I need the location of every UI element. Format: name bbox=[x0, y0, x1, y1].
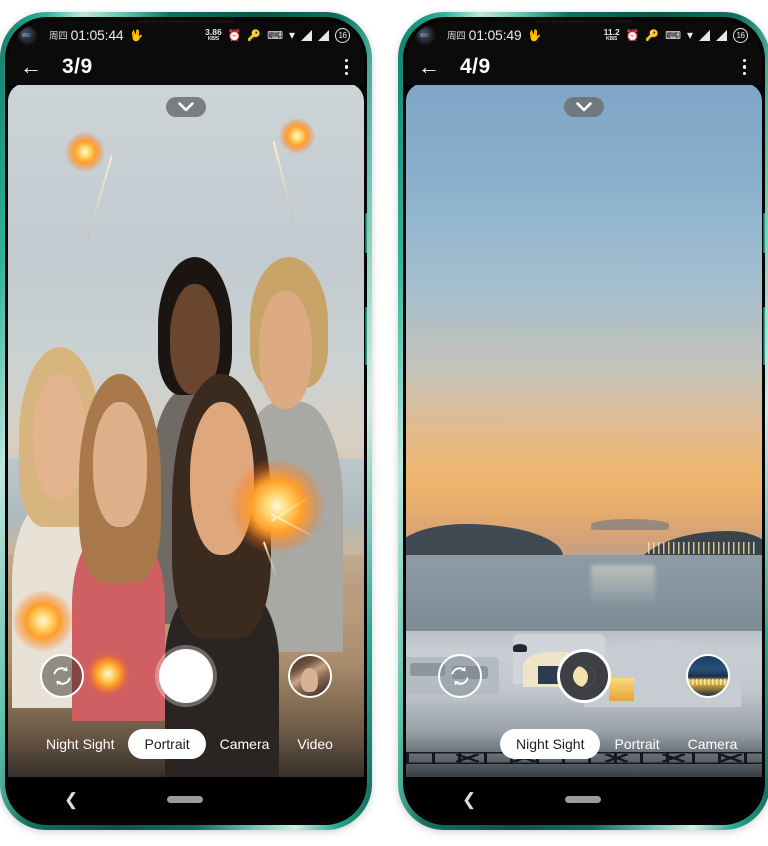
camera-controls-right bbox=[406, 649, 762, 703]
phone-bezel-left: 周四 01:05:44 🖖 3.86 KB/S ⏰ 🔑 ⌨ ▾ 16 ← 3/9… bbox=[5, 17, 367, 825]
signal-bars-icon-sim2 bbox=[716, 29, 727, 41]
person-head-back-right bbox=[258, 291, 313, 410]
wifi-icon: ▾ bbox=[686, 28, 693, 42]
navigation-bar-left: ❮ bbox=[8, 777, 364, 821]
earpiece-speaker-icon-right bbox=[536, 20, 632, 23]
earpiece-speaker-icon bbox=[138, 20, 234, 23]
phone-device-left: 周四 01:05:44 🖖 3.86 KB/S ⏰ 🔑 ⌨ ▾ 16 ← 3/9… bbox=[0, 12, 372, 830]
status-bar-left: 周四 01:05:44 🖖 3.86 KB/S ⏰ 🔑 ⌨ ▾ 16 bbox=[8, 21, 364, 49]
mode-video[interactable]: Video bbox=[283, 729, 347, 759]
moon-icon bbox=[573, 665, 595, 687]
switch-camera-icon bbox=[53, 666, 71, 686]
alarm-clock-icon: ⏰ bbox=[227, 29, 242, 42]
network-speed-unit: KB/S bbox=[606, 35, 618, 42]
nav-back-icon[interactable]: ❮ bbox=[64, 791, 78, 808]
sparkler-burst-bottom-left bbox=[11, 589, 74, 652]
navigation-bar-right: ❮ bbox=[406, 777, 762, 821]
switch-camera-button[interactable] bbox=[438, 654, 482, 698]
page-title: 4/9 bbox=[460, 55, 491, 78]
chevron-down-icon bbox=[178, 102, 194, 112]
screenshot-stage: 周四 01:05:44 🖖 3.86 KB/S ⏰ 🔑 ⌨ ▾ 16 ← 3/9… bbox=[0, 0, 768, 846]
signal-bars-icon-sim2 bbox=[318, 29, 329, 41]
network-speed-indicator: 3.86 KB/S bbox=[205, 28, 222, 42]
expand-settings-chevron[interactable] bbox=[564, 97, 604, 117]
status-icons-left: 3.86 KB/S ⏰ 🔑 ⌨ ▾ 16 bbox=[205, 27, 350, 43]
sparkler-spark-right bbox=[278, 117, 315, 154]
camera-viewfinder-left[interactable]: Night Sight Portrait Camera Video bbox=[8, 83, 364, 777]
keyboard-icon: ⌨ bbox=[267, 29, 283, 42]
vpn-key-icon: 🔑 bbox=[247, 29, 262, 42]
scene-water-glint bbox=[591, 565, 656, 607]
signal-bars-icon-sim1 bbox=[699, 29, 710, 41]
front-camera-punchhole-icon-right bbox=[416, 25, 435, 45]
mode-camera[interactable]: Camera bbox=[674, 729, 752, 759]
camera-mode-bar-left[interactable]: Night Sight Portrait Camera Video bbox=[8, 729, 364, 759]
chevron-down-icon bbox=[576, 102, 592, 112]
phone-device-right: 周四 01:05:49 🖖 11.2 KB/S ⏰ 🔑 ⌨ ▾ 16 ← 4/9… bbox=[398, 12, 768, 830]
overflow-menu-icon[interactable] bbox=[344, 58, 348, 76]
shutter-button-night-sight[interactable] bbox=[557, 649, 611, 703]
volume-button-right-phone[interactable] bbox=[763, 213, 765, 253]
phone-bezel-right: 周四 01:05:49 🖖 11.2 KB/S ⏰ 🔑 ⌨ ▾ 16 ← 4/9… bbox=[403, 17, 765, 825]
status-clock: 01:05:44 bbox=[70, 27, 124, 43]
power-button-right-phone[interactable] bbox=[763, 307, 765, 365]
network-speed-unit: KB/S bbox=[207, 35, 219, 42]
camera-mode-bar-right[interactable]: Night Sight Portrait Camera bbox=[406, 729, 762, 759]
volume-button-left-phone[interactable] bbox=[365, 213, 367, 253]
power-button-left-phone[interactable] bbox=[365, 307, 367, 365]
camera-viewfinder-right[interactable]: Night Sight Portrait Camera bbox=[406, 83, 762, 777]
status-day-of-week: 周四 bbox=[447, 31, 466, 42]
battery-indicator: 16 bbox=[335, 27, 350, 43]
expand-settings-chevron[interactable] bbox=[166, 97, 206, 117]
mode-night-sight[interactable]: Night Sight bbox=[500, 729, 601, 759]
gallery-thumbnail-image-night-cityscape bbox=[688, 656, 728, 696]
scene-far-island bbox=[591, 518, 670, 530]
back-arrow-icon[interactable]: ← bbox=[20, 56, 46, 78]
sparkler-spark-left bbox=[64, 131, 105, 172]
mode-portrait[interactable]: Portrait bbox=[600, 729, 673, 759]
camera-controls-left bbox=[8, 649, 364, 703]
title-bar-left: ← 3/9 bbox=[8, 49, 364, 85]
status-icons-right: 11.2 KB/S ⏰ 🔑 ⌨ ▾ 16 bbox=[604, 27, 748, 43]
switch-camera-icon bbox=[451, 666, 469, 686]
mode-night-sight[interactable]: Night Sight bbox=[32, 729, 128, 759]
person-head-mid-left bbox=[93, 402, 147, 528]
mode-camera[interactable]: Camera bbox=[206, 729, 284, 759]
alarm-clock-icon: ⏰ bbox=[625, 29, 640, 42]
phone-screen-left: 周四 01:05:44 🖖 3.86 KB/S ⏰ 🔑 ⌨ ▾ 16 ← 3/9… bbox=[8, 21, 364, 821]
network-speed-indicator: 11.2 KB/S bbox=[604, 28, 620, 42]
back-arrow-icon[interactable]: ← bbox=[418, 56, 444, 78]
status-clock: 01:05:49 bbox=[468, 27, 522, 43]
status-time-group-left: 周四 01:05:44 🖖 bbox=[49, 27, 143, 43]
title-bar-right: ← 4/9 bbox=[406, 49, 762, 85]
nav-home-pill-icon[interactable] bbox=[564, 795, 601, 803]
front-camera-punchhole-icon bbox=[18, 25, 37, 45]
nav-home-pill-icon[interactable] bbox=[166, 795, 203, 803]
page-title: 3/9 bbox=[62, 55, 93, 78]
overflow-menu-icon[interactable] bbox=[742, 58, 746, 76]
gallery-thumbnail-button[interactable] bbox=[288, 654, 332, 698]
vpn-key-icon: 🔑 bbox=[645, 29, 660, 42]
gallery-thumbnail-image-woman-with-dog bbox=[290, 656, 330, 696]
keyboard-icon: ⌨ bbox=[665, 29, 681, 42]
mode-portrait[interactable]: Portrait bbox=[128, 729, 206, 759]
shutter-button[interactable] bbox=[159, 649, 213, 703]
notification-app-icon: 🖖 bbox=[527, 29, 542, 42]
status-day-of-week: 周四 bbox=[49, 31, 68, 42]
phone-screen-right: 周四 01:05:49 🖖 11.2 KB/S ⏰ 🔑 ⌨ ▾ 16 ← 4/9… bbox=[406, 21, 762, 821]
nav-back-icon[interactable]: ❮ bbox=[462, 791, 476, 808]
wifi-icon: ▾ bbox=[288, 28, 295, 42]
gallery-thumbnail-button[interactable] bbox=[686, 654, 730, 698]
switch-camera-button[interactable] bbox=[40, 654, 84, 698]
scene-distant-town-lights bbox=[648, 542, 755, 554]
notification-app-icon: 🖖 bbox=[129, 29, 144, 42]
status-time-group-right: 周四 01:05:49 🖖 bbox=[447, 27, 541, 43]
signal-bars-icon-sim1 bbox=[301, 29, 312, 41]
sparkler-burst-foreground bbox=[228, 457, 325, 554]
battery-indicator: 16 bbox=[733, 27, 748, 43]
status-bar-right: 周四 01:05:49 🖖 11.2 KB/S ⏰ 🔑 ⌨ ▾ 16 bbox=[406, 21, 762, 49]
